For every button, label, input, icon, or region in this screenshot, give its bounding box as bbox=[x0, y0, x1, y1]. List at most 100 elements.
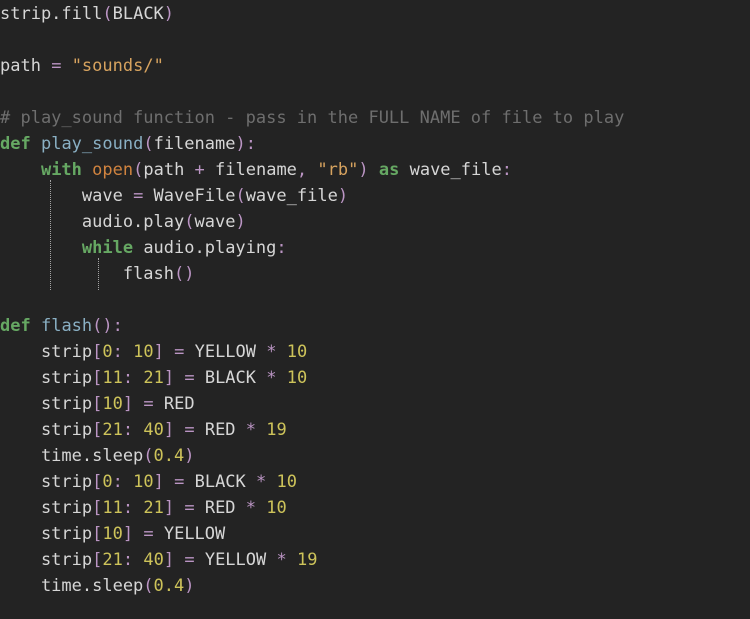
token-funcname: flash bbox=[40, 316, 93, 336]
token-punct: : bbox=[112, 472, 123, 492]
token-default: strip bbox=[0, 368, 93, 388]
token-punct: ] bbox=[163, 550, 175, 570]
token-default bbox=[133, 368, 143, 388]
token-punct: ) bbox=[358, 160, 369, 180]
token-operator: = bbox=[174, 342, 185, 362]
code-line[interactable]: def play_sound(filename): bbox=[0, 131, 750, 157]
token-operator: = bbox=[184, 550, 195, 570]
code-line[interactable]: strip[21: 40] = RED * 19 bbox=[0, 417, 750, 443]
token-number: 10 bbox=[133, 342, 154, 362]
token-number: 11 bbox=[102, 498, 123, 518]
code-line[interactable]: flash() bbox=[0, 261, 750, 287]
token-default bbox=[61, 56, 71, 76]
code-line[interactable]: strip[10] = RED bbox=[0, 391, 750, 417]
token-default: audio.playing bbox=[133, 238, 277, 258]
token-default bbox=[133, 550, 143, 570]
code-line[interactable]: strip[10] = YELLOW bbox=[0, 521, 750, 547]
token-punct: ] bbox=[153, 472, 164, 492]
token-punct: [ bbox=[92, 394, 103, 414]
token-operator: = bbox=[174, 472, 185, 492]
token-comment: # play_sound function - pass in the FULL… bbox=[0, 108, 625, 128]
token-number: 10 bbox=[102, 394, 123, 414]
token-number: 21 bbox=[143, 368, 164, 388]
token-punct: ( bbox=[133, 160, 144, 180]
code-line[interactable]: strip.fill(BLACK) bbox=[0, 1, 750, 27]
token-default: time.sleep bbox=[0, 446, 144, 466]
token-punct: () bbox=[174, 264, 195, 284]
token-number: 21 bbox=[102, 420, 123, 440]
code-line[interactable] bbox=[0, 79, 750, 105]
token-default bbox=[256, 420, 266, 440]
token-default: RED bbox=[153, 394, 195, 414]
code-line[interactable]: path = "sounds/" bbox=[0, 53, 750, 79]
code-line[interactable]: strip[21: 40] = YELLOW * 19 bbox=[0, 547, 750, 573]
token-default: wave_file bbox=[399, 160, 502, 180]
token-operator: * bbox=[276, 550, 287, 570]
token-default bbox=[133, 498, 143, 518]
token-punct: ) bbox=[235, 212, 246, 232]
token-punct: ) bbox=[184, 446, 195, 466]
code-line[interactable] bbox=[0, 287, 750, 313]
code-line[interactable]: audio.play(wave) bbox=[0, 209, 750, 235]
code-line[interactable] bbox=[0, 599, 750, 619]
code-line[interactable]: wave = WaveFile(wave_file) bbox=[0, 183, 750, 209]
token-default: wave bbox=[194, 212, 236, 232]
token-default bbox=[256, 498, 266, 518]
token-default bbox=[307, 160, 317, 180]
code-content[interactable]: strip.fill(BLACK) path = "sounds/" # pla… bbox=[0, 0, 750, 619]
token-punct: () bbox=[92, 316, 113, 336]
token-number: 10 bbox=[133, 472, 154, 492]
token-default: strip.fill bbox=[0, 4, 103, 24]
token-default: strip bbox=[0, 550, 93, 570]
token-punct: : bbox=[245, 134, 256, 154]
token-default bbox=[123, 342, 133, 362]
token-number: 10 bbox=[266, 498, 287, 518]
token-default: BLACK bbox=[194, 368, 267, 388]
token-punct: ( bbox=[235, 186, 246, 206]
token-number: 0 bbox=[102, 342, 113, 362]
token-punct: ( bbox=[143, 134, 154, 154]
token-builtin: open bbox=[92, 160, 134, 180]
token-default: BLACK bbox=[184, 472, 257, 492]
token-punct: ) bbox=[163, 4, 175, 24]
token-default bbox=[174, 498, 184, 518]
code-line[interactable]: # play_sound function - pass in the FULL… bbox=[0, 105, 750, 131]
code-line[interactable]: def flash(): bbox=[0, 313, 750, 339]
token-punct: ] bbox=[163, 420, 175, 440]
token-keyword: while bbox=[81, 238, 134, 258]
token-string: "rb" bbox=[317, 160, 359, 180]
token-number: 11 bbox=[102, 368, 123, 388]
code-line[interactable]: with open(path + filename, "rb") as wave… bbox=[0, 157, 750, 183]
code-line[interactable]: while audio.playing: bbox=[0, 235, 750, 261]
token-default: filename bbox=[153, 134, 236, 154]
token-punct: ] bbox=[163, 368, 175, 388]
token-funcname: play_sound bbox=[40, 134, 144, 154]
code-line[interactable]: strip[0: 10] = BLACK * 10 bbox=[0, 469, 750, 495]
token-keyword: def bbox=[0, 134, 31, 154]
code-line[interactable] bbox=[0, 27, 750, 53]
token-punct: ) bbox=[337, 186, 349, 206]
code-line[interactable]: strip[11: 21] = BLACK * 10 bbox=[0, 365, 750, 391]
token-punct: ] bbox=[163, 498, 175, 518]
token-default: filename bbox=[204, 160, 297, 180]
token-default bbox=[174, 550, 184, 570]
token-default bbox=[174, 420, 184, 440]
token-default: strip bbox=[0, 498, 93, 518]
token-operator: = bbox=[133, 186, 144, 206]
code-line[interactable]: time.sleep(0.4) bbox=[0, 443, 750, 469]
token-default: strip bbox=[0, 342, 93, 362]
token-string: "sounds/" bbox=[71, 56, 164, 76]
token-punct: ] bbox=[122, 524, 134, 544]
token-number: 19 bbox=[266, 420, 287, 440]
token-punct: [ bbox=[92, 550, 103, 570]
code-line[interactable]: strip[11: 21] = RED * 10 bbox=[0, 495, 750, 521]
code-editor[interactable]: strip.fill(BLACK) path = "sounds/" # pla… bbox=[0, 0, 750, 619]
token-punct: ( bbox=[102, 4, 113, 24]
code-line[interactable]: time.sleep(0.4) bbox=[0, 573, 750, 599]
code-line[interactable]: strip[0: 10] = YELLOW * 10 bbox=[0, 339, 750, 365]
token-punct: [ bbox=[92, 498, 103, 518]
token-default bbox=[174, 368, 184, 388]
token-default bbox=[82, 160, 92, 180]
token-punct: : bbox=[122, 550, 134, 570]
token-operator: = bbox=[184, 498, 195, 518]
